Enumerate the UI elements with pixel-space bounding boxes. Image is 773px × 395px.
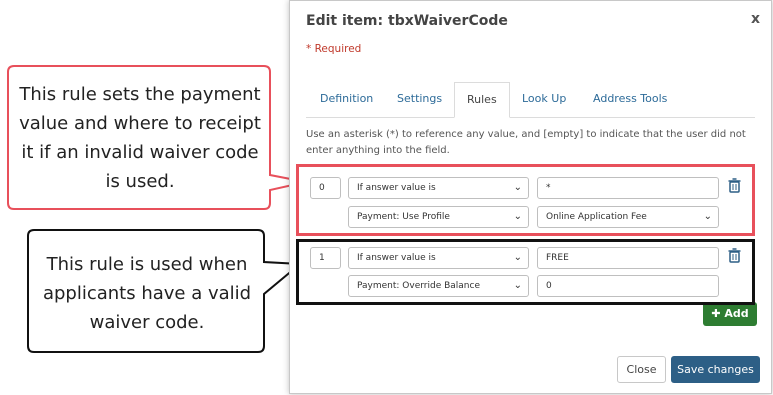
rule-highlight-invalid [296, 164, 755, 236]
close-icon[interactable]: x [751, 11, 760, 27]
tab-definition[interactable]: Definition [308, 82, 385, 116]
add-rule-button[interactable]: ✚ Add [703, 302, 757, 326]
rule-highlight-valid [296, 239, 755, 305]
tab-address-tools[interactable]: Address Tools [581, 82, 679, 116]
tab-settings[interactable]: Settings [385, 82, 454, 116]
add-rule-label: Add [724, 307, 749, 320]
callout-valid-code-text: This rule is used when applicants have a… [42, 254, 252, 333]
save-changes-button[interactable]: Save changes [671, 356, 760, 383]
modal-title: Edit item: tbxWaiverCode [306, 13, 508, 29]
tab-rules[interactable]: Rules [454, 82, 510, 118]
plus-icon: ✚ [711, 307, 721, 320]
callout-invalid-code-text: This rule sets the payment value and whe… [19, 84, 261, 192]
required-note: * Required [306, 43, 362, 55]
rules-instructions: Use an asterisk (*) to reference any val… [306, 129, 746, 156]
tab-bar: Definition Settings Rules Look Up Addres… [306, 82, 755, 118]
close-button[interactable]: Close [617, 356, 666, 383]
tab-look-up[interactable]: Look Up [510, 82, 578, 116]
